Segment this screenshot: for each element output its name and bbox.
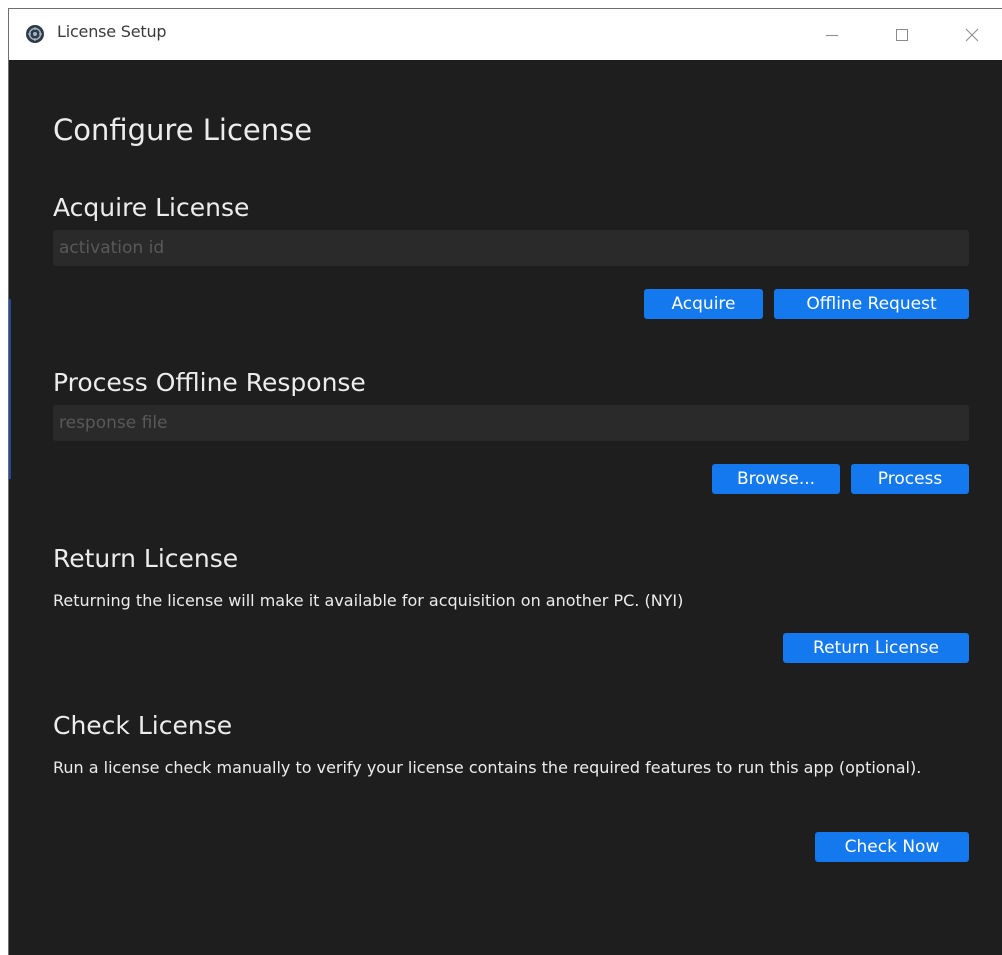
title-bar[interactable]: License Setup [9,9,1002,60]
app-logo-icon [26,25,44,43]
close-button[interactable] [949,9,995,60]
check-license-description: Run a license check manually to verify y… [53,758,922,777]
response-file-input[interactable] [53,405,969,441]
return-license-button[interactable]: Return License [783,633,969,663]
process-button[interactable]: Process [851,464,969,494]
acquire-button[interactable]: Acquire [644,289,763,319]
return-license-description: Returning the license will make it avail… [53,591,684,610]
offline-request-button[interactable]: Offline Request [774,289,969,319]
acquire-license-heading: Acquire License [53,193,250,222]
maximize-icon [895,28,909,42]
activation-id-input[interactable] [53,230,969,266]
window-edge-accent [9,299,11,479]
page-title: Configure License [53,113,313,147]
minimize-icon [825,28,839,42]
browse-button[interactable]: Browse... [712,464,840,494]
window-title: License Setup [57,22,167,41]
check-license-heading: Check License [53,711,233,740]
minimize-button[interactable] [809,9,855,60]
check-now-button[interactable]: Check Now [815,832,969,862]
license-setup-window: License Setup Configure License Acquire … [8,8,1002,955]
return-license-heading: Return License [53,544,239,573]
close-icon [965,28,979,42]
process-offline-response-heading: Process Offline Response [53,368,366,397]
maximize-button[interactable] [879,9,925,60]
